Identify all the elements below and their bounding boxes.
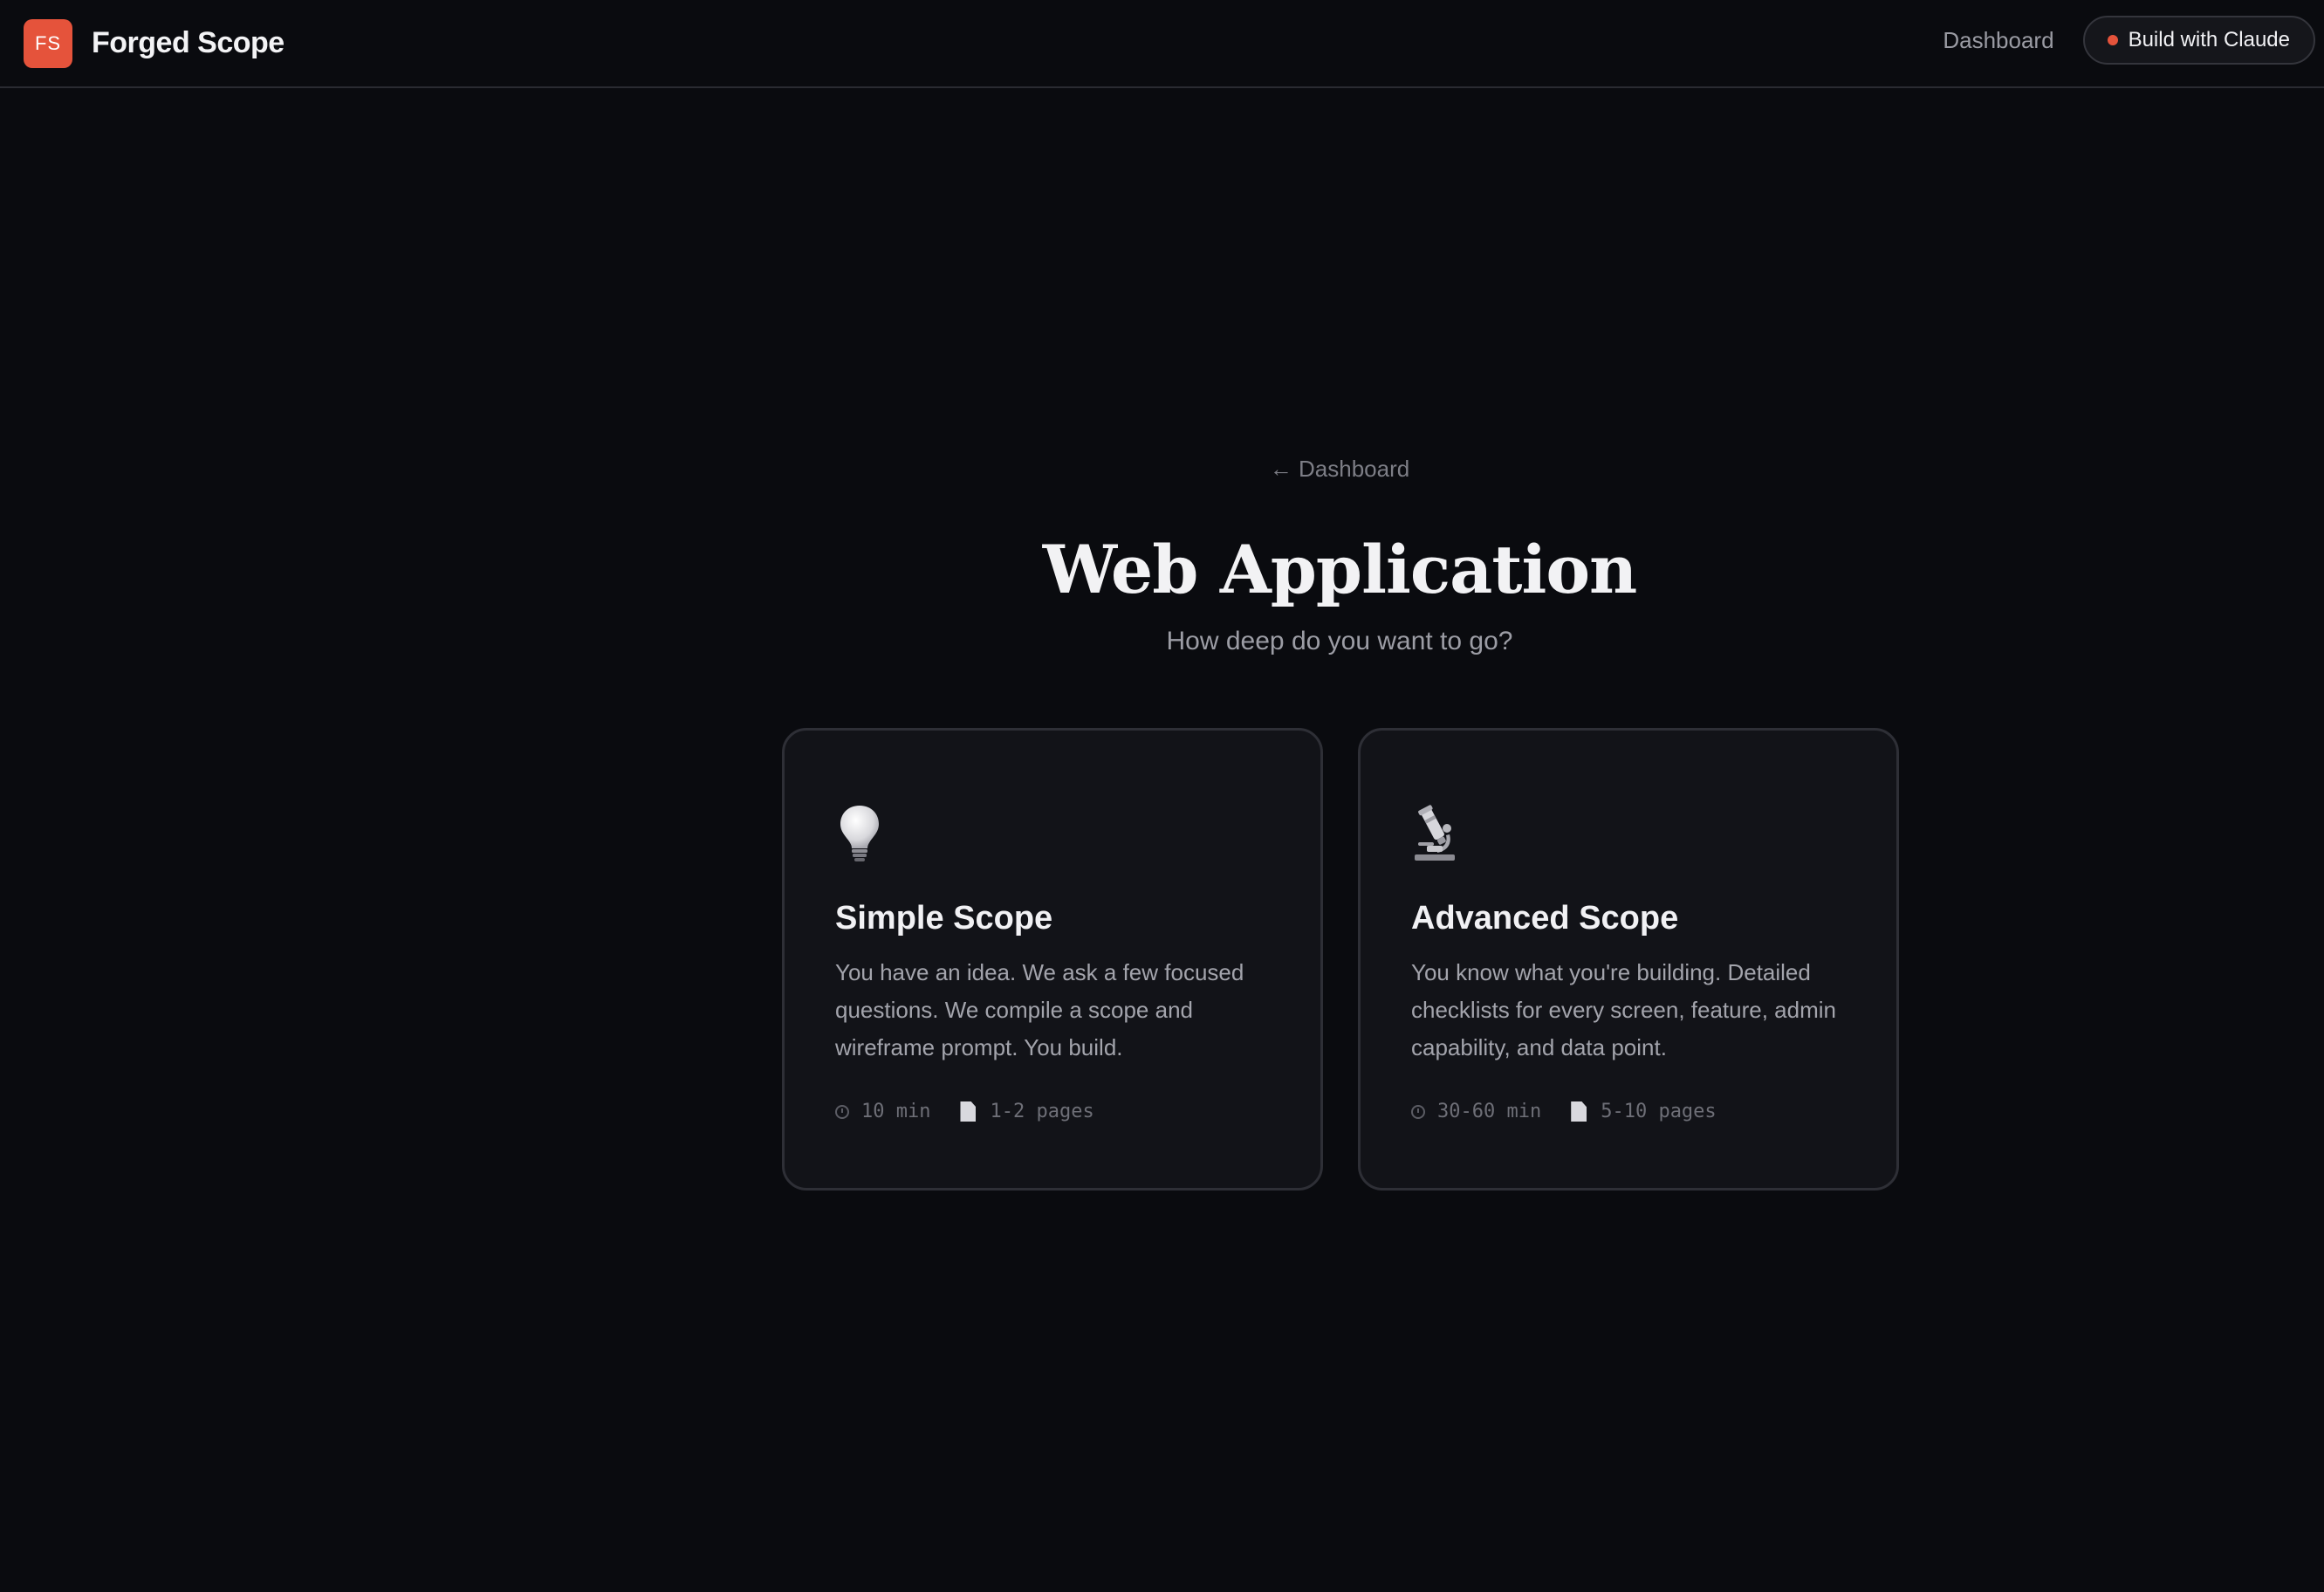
build-button-label: Build with Claude bbox=[2128, 28, 2290, 51]
page-title: Web Application bbox=[1042, 531, 1638, 608]
back-to-dashboard-link[interactable]: ← Dashboard bbox=[1270, 456, 1409, 483]
build-with-claude-button[interactable]: Build with Claude bbox=[2082, 16, 2315, 65]
simple-scope-card[interactable]: Simple Scope You have an idea. We ask a … bbox=[782, 728, 1323, 1191]
card-description: You have an idea. We ask a few focused q… bbox=[835, 959, 1244, 1060]
logo: FS bbox=[24, 18, 72, 68]
brand[interactable]: FS Forged Scope bbox=[24, 18, 285, 68]
status-dot-icon bbox=[2107, 35, 2118, 45]
meta-time-value: 30-60 min bbox=[1437, 1101, 1542, 1122]
top-bar: FS Forged Scope Dashboard Build with Cla… bbox=[0, 0, 2324, 88]
meta-time: 10 min bbox=[835, 1101, 930, 1122]
meta-pages-value: 5-10 pages bbox=[1601, 1101, 1717, 1122]
card-title: Advanced Scope bbox=[1411, 900, 1679, 937]
meta-pages: 5-10 pages bbox=[1571, 1101, 1717, 1122]
meta-pages-value: 1-2 pages bbox=[990, 1101, 1094, 1122]
clock-icon bbox=[835, 1104, 849, 1119]
meta-time: 30-60 min bbox=[1411, 1101, 1541, 1122]
document-icon bbox=[1571, 1101, 1587, 1122]
meta-pages: 1-2 pages bbox=[960, 1101, 1094, 1122]
page-subtitle: How deep do you want to go? bbox=[1166, 627, 1513, 655]
meta-time-value: 10 min bbox=[861, 1101, 931, 1122]
advanced-scope-card[interactable]: Advanced Scope You know what you're buil… bbox=[1358, 728, 1899, 1191]
back-link-container: ← Dashboard bbox=[0, 456, 2324, 483]
card-meta: 30-60 min 5-10 pages bbox=[1411, 1101, 1746, 1122]
brand-name: Forged Scope bbox=[92, 26, 285, 59]
card-title: Simple Scope bbox=[835, 900, 1053, 937]
card-description: You know what you're building. Detailed … bbox=[1411, 959, 1836, 1060]
page: FS Forged Scope Dashboard Build with Cla… bbox=[0, 0, 2324, 1592]
nav-link-dashboard[interactable]: Dashboard bbox=[1943, 27, 2053, 54]
document-icon bbox=[960, 1101, 977, 1122]
top-nav: Dashboard Build with Claude bbox=[1943, 16, 2315, 65]
card-meta: 10 min 1-2 pages bbox=[835, 1101, 1124, 1122]
clock-icon bbox=[1411, 1104, 1425, 1119]
microscope-icon bbox=[1415, 805, 1455, 861]
lightbulb-icon bbox=[840, 806, 879, 861]
